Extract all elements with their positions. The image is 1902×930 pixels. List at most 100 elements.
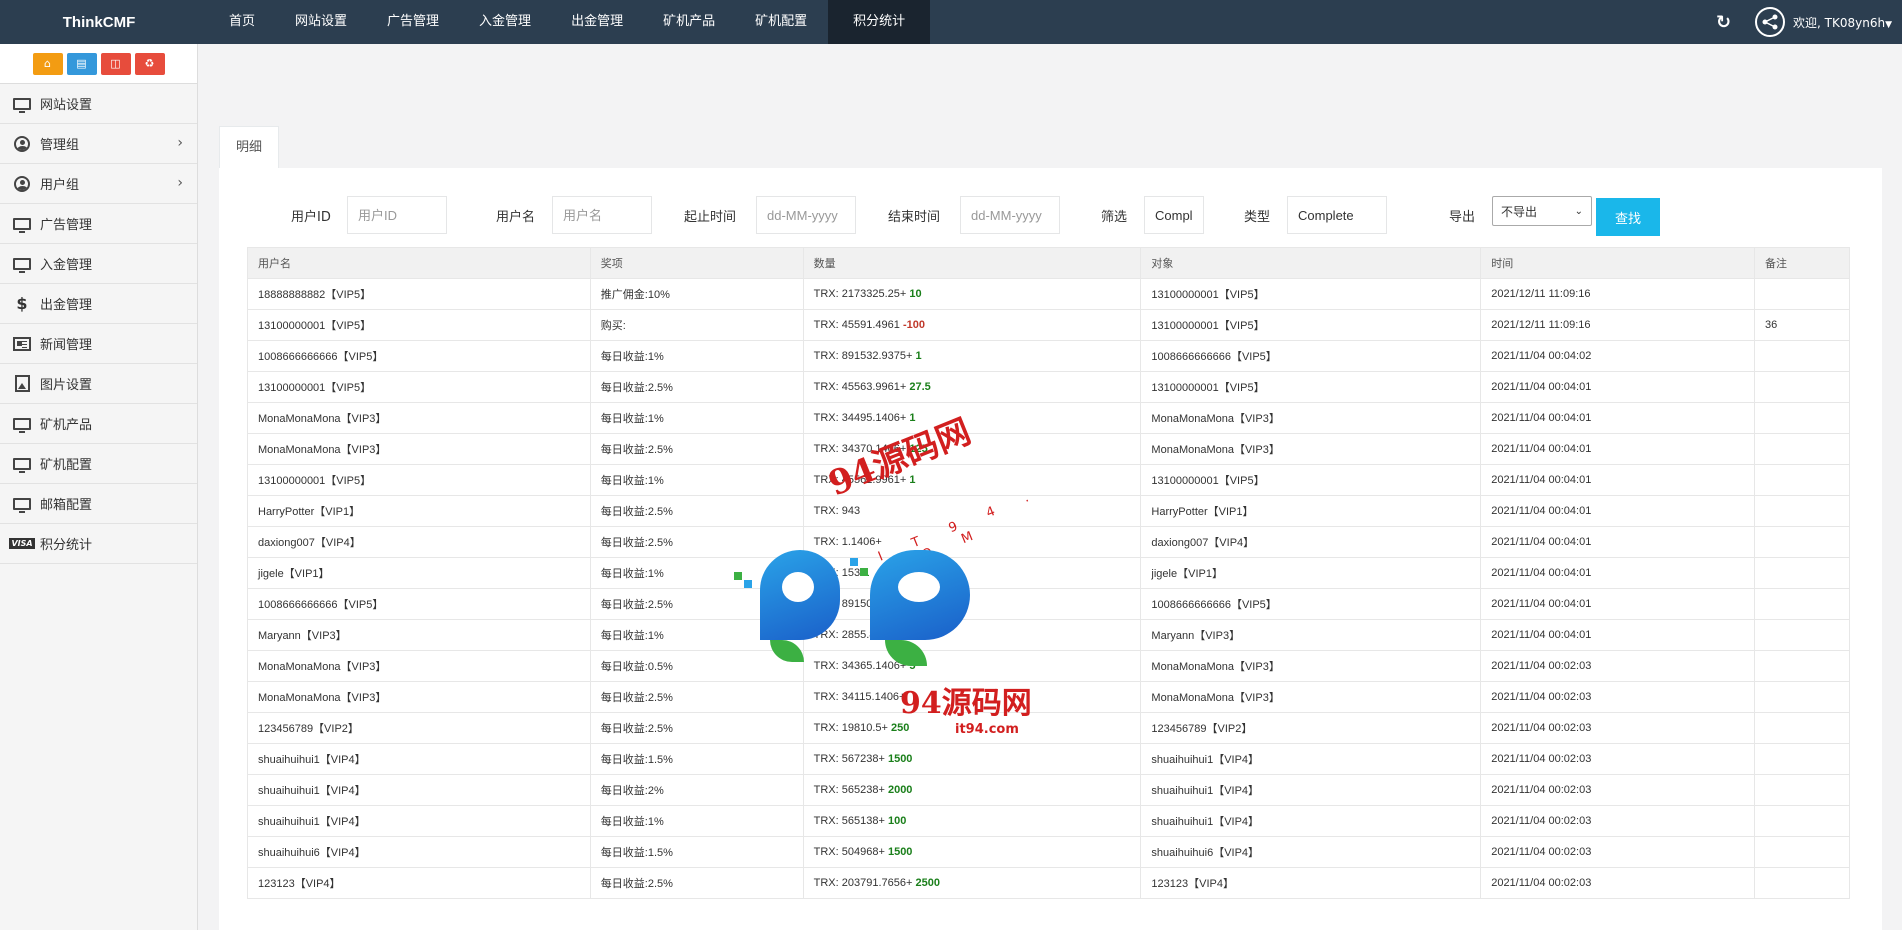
refresh-icon[interactable]: ↻ (1716, 12, 1731, 33)
cell-time: 2021/11/04 00:04:01 (1480, 495, 1756, 527)
nav-item-1[interactable]: 网站设置 (276, 0, 366, 44)
user-id-input[interactable] (347, 196, 447, 234)
tab-detail[interactable]: 明细 (219, 126, 280, 168)
cell-note (1754, 464, 1850, 496)
nav-item-0[interactable]: 首页 (210, 0, 274, 44)
amount-base: TRX: 504968+ (813, 846, 885, 858)
cell-user: 1008666666666【VIP5】 (247, 340, 591, 372)
cell-user: 13100000001【VIP5】 (247, 371, 591, 403)
table-row: 1008666666666【VIP5】 每日收益:1% TRX: 891532.93… (247, 340, 1850, 372)
cell-target: 1008666666666【VIP5】 (1140, 588, 1482, 620)
sidebar-item-11[interactable]: VISA 积分统计 (0, 524, 197, 564)
user-id-label: 用户ID (291, 210, 331, 225)
cell-user: MonaMonaMona【VIP3】 (247, 681, 591, 713)
sidebar-item-label: 邮箱配置 (40, 498, 93, 513)
cell-user: 123123【VIP4】 (247, 867, 591, 899)
sidebar-item-4[interactable]: 入金管理 (0, 244, 197, 284)
username-input[interactable] (552, 196, 652, 234)
visa-icon: VISA (9, 538, 35, 549)
user-menu[interactable]: 欢迎, TK08yn6h▼ (1793, 14, 1892, 31)
cell-user: 1008666666666【VIP5】 (247, 588, 591, 620)
amount-delta: 10 (909, 288, 922, 300)
share-avatar-icon[interactable] (1755, 7, 1786, 37)
cell-target: 13100000001【VIP5】 (1140, 464, 1482, 496)
amount-delta: 125 (909, 443, 928, 455)
cell-award: 每日收益:2.5% (589, 867, 804, 899)
trash-icon[interactable]: ◫ (100, 52, 131, 75)
nav-item-4[interactable]: 出金管理 (552, 0, 642, 44)
end-date-input[interactable] (960, 196, 1060, 234)
amount-delta: -100 (902, 319, 925, 331)
sidebar-item-1[interactable]: 管理组 › (0, 124, 197, 164)
amount-base: TRX: 1.1406+ (813, 536, 882, 548)
cell-award: 每日收益:1.5% (589, 743, 804, 775)
recycle-icon[interactable]: ♻ (134, 52, 165, 75)
amount-base: TRX: 203791.7656+ (813, 877, 913, 889)
brand-logo[interactable]: ThinkCMF (0, 14, 198, 31)
cell-target: 13100000001【VIP5】 (1140, 371, 1482, 403)
nav-item-3[interactable]: 入金管理 (460, 0, 550, 44)
amount-base: TRX: 34495.1406+ (813, 412, 907, 424)
type-input[interactable] (1287, 196, 1387, 234)
cell-amount: TRX: 2855.8774+ 1 (802, 619, 1142, 651)
sidebar-item-label: 出金管理 (40, 298, 93, 313)
screen-input[interactable] (1144, 196, 1204, 234)
sidebar-item-0[interactable]: 网站设置 (0, 84, 197, 124)
cell-amount: TRX: 567238+ 1500 (802, 743, 1142, 775)
sidebar-item-6[interactable]: 新闻管理 (0, 324, 197, 364)
cell-note (1754, 774, 1850, 806)
cell-note (1754, 650, 1850, 682)
cell-target: shuaihuihui1【VIP4】 (1140, 774, 1482, 806)
nav-item-7[interactable]: 积分统计 (828, 0, 931, 44)
nav-item-2[interactable]: 广告管理 (368, 0, 458, 44)
nav-item-6[interactable]: 矿机配置 (736, 0, 826, 44)
sidebar: ⌂ ▤ ◫ ♻ 网站设置 管理组 › 用户组 › 广告管理 入金管理 $ 出金管理 新闻管理 图片设… (0, 44, 198, 930)
cell-user: MonaMonaMona【VIP3】 (247, 402, 591, 434)
table-row: MonaMonaMona【VIP3】 每日收益:0.5% TRX: 34365.14… (247, 650, 1850, 682)
cell-target: MonaMonaMona【VIP3】 (1140, 402, 1482, 434)
cell-amount: TRX: 891532.9375+ 1 (802, 340, 1142, 372)
welcome-text: 欢迎, TK08yn6h (1793, 15, 1886, 30)
cell-note (1754, 836, 1850, 868)
sidebar-item-7[interactable]: 图片设置 (0, 364, 197, 404)
cell-time: 2021/11/04 00:04:02 (1480, 340, 1756, 372)
cell-amount: TRX: 45563.9961+ 27.5 (802, 371, 1142, 403)
amount-base: TRX: 34370.1406+ (813, 443, 907, 455)
table-row: shuaihuihui1【VIP4】 每日收益:2% TRX: 565238+ 20… (247, 774, 1850, 806)
home-icon[interactable]: ⌂ (32, 52, 63, 75)
cell-time: 2021/12/11 11:09:16 (1480, 309, 1756, 341)
file-icon[interactable]: ▤ (66, 52, 97, 75)
search-button[interactable]: 查找 (1596, 198, 1660, 236)
monitor-icon (12, 496, 32, 513)
cell-award: 每日收益:2.5% (589, 371, 804, 403)
sidebar-item-9[interactable]: 矿机配置 (0, 444, 197, 484)
amount-delta: 2500 (915, 877, 940, 889)
start-date-input[interactable] (756, 196, 856, 234)
cell-target: MonaMonaMona【VIP3】 (1140, 433, 1482, 465)
export-select[interactable]: 不导出 ⌄ (1492, 196, 1592, 226)
column-header: 数量 (802, 247, 1142, 279)
detail-panel: 用户ID 用户名 起止时间 结束时间 筛选 类型 导出 不导出 ⌄ 查找 用户名… (219, 168, 1882, 930)
cell-amount: TRX: 34365.1406+ 5 (802, 650, 1142, 682)
sidebar-item-5[interactable]: $ 出金管理 (0, 284, 197, 324)
cell-target: shuaihuihui1【VIP4】 (1140, 805, 1482, 837)
amount-delta: 1 (903, 629, 910, 641)
cell-award: 每日收益:1% (589, 402, 804, 434)
sidebar-item-2[interactable]: 用户组 › (0, 164, 197, 204)
table-row: shuaihuihui1【VIP4】 每日收益:1.5% TRX: 567238+ … (247, 743, 1850, 775)
amount-delta: 27.5 (909, 381, 931, 393)
amount-delta: 25 (915, 598, 928, 610)
sidebar-item-3[interactable]: 广告管理 (0, 204, 197, 244)
cell-amount: TRX: 891507.9375+ 25 (802, 588, 1142, 620)
cell-user: shuaihuihui1【VIP4】 (247, 774, 591, 806)
table-row: 123456789【VIP2】 每日收益:2.5% TRX: 19810.5+ 25… (247, 712, 1850, 744)
nav-item-5[interactable]: 矿机产品 (644, 0, 734, 44)
sidebar-item-10[interactable]: 邮箱配置 (0, 484, 197, 524)
sidebar-item-8[interactable]: 矿机产品 (0, 404, 197, 444)
cell-amount: TRX: 943 (802, 495, 1142, 527)
amount-base: TRX: 565238+ (813, 784, 885, 796)
cell-user: shuaihuihui6【VIP4】 (247, 836, 591, 868)
cell-time: 2021/11/04 00:04:01 (1480, 371, 1756, 403)
cell-note (1754, 526, 1850, 558)
table-row: 13100000001【VIP5】 每日收益:1% TRX: 45562.9961+… (247, 464, 1850, 496)
